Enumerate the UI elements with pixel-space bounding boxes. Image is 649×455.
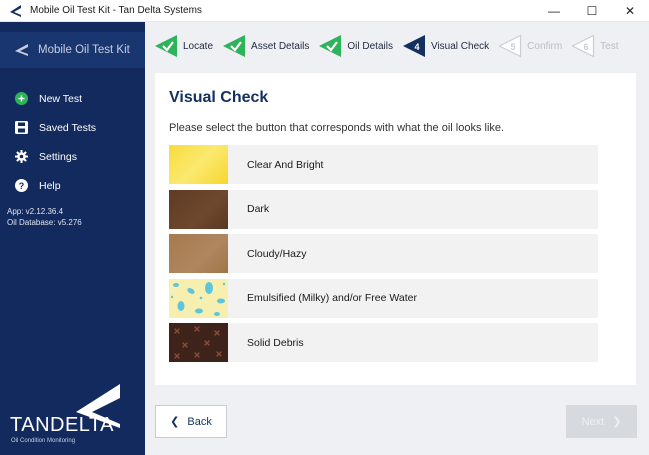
sidebar-item-saved-tests[interactable]: Saved Tests — [0, 113, 145, 142]
cloudy-oil-swatch — [169, 234, 228, 273]
page-title: Visual Check — [169, 89, 269, 106]
step-label: Visual Check — [430, 40, 490, 52]
gear-icon — [14, 150, 28, 164]
close-button[interactable]: ✕ — [611, 0, 649, 22]
main-area: Locate Asset Details Oil Details 4 Visua… — [145, 22, 649, 455]
step-confirm: 5 Confirm — [498, 34, 562, 58]
step-number-chevron-icon: 5 — [498, 34, 522, 58]
dark-oil-swatch — [169, 189, 228, 229]
window-title: Mobile Oil Test Kit - Tan Delta Systems — [30, 5, 202, 16]
option-label: Emulsified (Milky) and/or Free Water — [247, 292, 417, 304]
logo-word: TANDELTA — [10, 414, 115, 436]
save-icon — [14, 121, 28, 135]
step-oil-details[interactable]: Oil Details — [318, 34, 393, 58]
back-button-label: Back — [187, 415, 212, 428]
app-logo-icon — [15, 44, 28, 56]
option-label: Clear And Bright — [247, 158, 324, 171]
db-version: Oil Database: v5.276 — [7, 218, 82, 227]
sidebar-item-label: New Test — [39, 92, 82, 105]
step-test: 6 Test — [571, 34, 619, 58]
sidebar-brand: Mobile Oil Test Kit — [0, 32, 145, 68]
version-info: App: v2.12.36.4 Oil Database: v5.276 — [7, 206, 82, 228]
help-icon: ? — [14, 179, 28, 193]
sidebar-item-label: Saved Tests — [39, 121, 97, 134]
option-cloudy-hazy[interactable]: Cloudy/Hazy — [169, 234, 598, 273]
option-dark[interactable]: Dark — [169, 189, 598, 229]
option-clear-and-bright[interactable]: Clear And Bright — [169, 145, 598, 184]
step-number: 4 — [414, 42, 419, 52]
option-label: Cloudy/Hazy — [247, 247, 307, 260]
debris-oil-swatch — [169, 323, 228, 362]
step-label: Oil Details — [347, 40, 393, 52]
option-label: Solid Debris — [247, 336, 304, 349]
tandelta-logo: TANDELTA Oil Condition Monitoring — [8, 380, 138, 450]
step-label: Asset Details — [251, 40, 310, 52]
step-label: Locate — [183, 40, 214, 52]
option-emulsified[interactable]: Emulsified (Milky) and/or Free Water — [169, 278, 598, 318]
step-number-chevron-icon: 4 — [402, 35, 425, 57]
check-chevron-icon — [319, 35, 342, 57]
next-button-label: Next — [581, 415, 605, 428]
plus-circle-icon — [14, 92, 28, 106]
instruction-text: Please select the button that correspond… — [169, 122, 505, 134]
progress-steps: Locate Asset Details Oil Details 4 Visua… — [154, 33, 628, 59]
option-solid-debris[interactable]: Solid Debris — [169, 323, 598, 362]
sidebar-item-settings[interactable]: Settings — [0, 142, 145, 171]
step-asset-details[interactable]: Asset Details — [222, 34, 309, 58]
app-version: App: v2.12.36.4 — [7, 207, 64, 216]
step-label: Confirm — [527, 40, 563, 52]
chevron-right-icon: ❯ — [612, 416, 622, 428]
clear-oil-swatch — [169, 145, 228, 184]
svg-text:?: ? — [18, 181, 24, 191]
emulsified-oil-swatch — [169, 278, 228, 318]
minimize-button[interactable]: — — [535, 0, 573, 22]
maximize-button[interactable]: ☐ — [573, 0, 611, 22]
visual-check-card: Visual Check Please select the button th… — [155, 73, 636, 385]
step-visual-check: 4 Visual Check — [402, 34, 489, 58]
step-locate[interactable]: Locate — [154, 34, 213, 58]
sidebar: Mobile Oil Test Kit New Test Saved Tests… — [0, 22, 145, 455]
step-number: 5 — [511, 42, 516, 52]
check-chevron-icon — [155, 35, 177, 57]
step-label: Test — [600, 40, 619, 52]
oil-appearance-options: Clear And Bright Dark Cloudy/Hazy Emulsi… — [169, 145, 598, 368]
logo-tagline: Oil Condition Monitoring — [11, 438, 76, 444]
step-number: 6 — [584, 42, 589, 52]
sidebar-nav: New Test Saved Tests Settings ? Help — [0, 84, 145, 200]
sidebar-item-new-test[interactable]: New Test — [0, 84, 145, 113]
chevron-left-icon: ❮ — [170, 416, 180, 428]
sidebar-brand-label: Mobile Oil Test Kit — [38, 44, 130, 56]
window-titlebar: Mobile Oil Test Kit - Tan Delta Systems … — [0, 0, 649, 22]
sidebar-item-label: Help — [39, 179, 61, 192]
back-button[interactable]: ❮ Back — [155, 405, 227, 438]
sidebar-item-label: Settings — [39, 150, 77, 163]
check-chevron-icon — [223, 35, 246, 57]
step-number-chevron-icon: 6 — [571, 34, 595, 58]
option-label: Dark — [247, 203, 270, 215]
app-logo-icon — [10, 4, 21, 17]
next-button[interactable]: Next ❯ — [566, 405, 637, 438]
sidebar-item-help[interactable]: ? Help — [0, 171, 145, 200]
